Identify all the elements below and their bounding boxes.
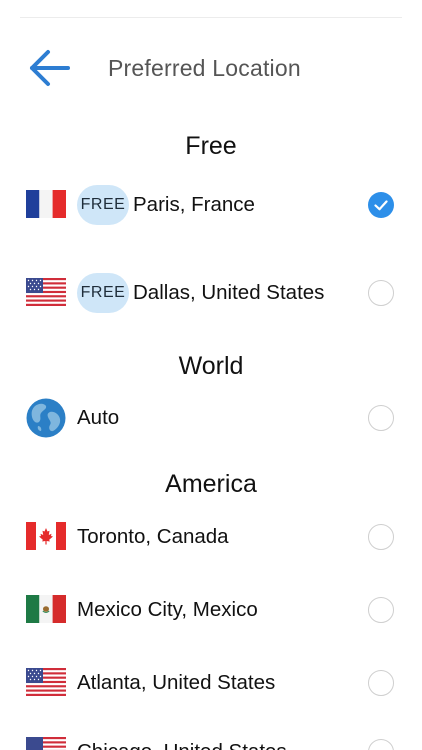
location-label: Mexico City, Mexico [77,598,258,621]
location-row-chicago[interactable]: Chicago, United States [0,730,422,750]
location-row-dallas[interactable]: FREE Dallas, United States [0,271,422,315]
back-button[interactable] [26,48,74,88]
arrow-left-icon [30,50,70,86]
section-title-america: America [165,470,257,498]
free-badge: FREE [77,273,129,313]
location-label: Auto [77,406,120,429]
canada-flag-icon [26,522,66,550]
free-badge: FREE [77,185,129,225]
location-row-paris[interactable]: FREE Paris, France [0,183,422,227]
header: Preferred Location [0,38,422,98]
location-label: Paris, France [133,193,255,216]
section-title-free: Free [185,132,237,160]
us-flag-icon [26,668,66,696]
section-title-world: World [178,352,244,380]
location-label: Dallas, United States [133,281,325,304]
us-flag-icon [26,278,66,306]
radio-selected[interactable] [368,192,394,218]
france-flag-icon [26,190,66,218]
radio-unselected[interactable] [368,280,394,306]
top-divider [20,17,402,18]
radio-unselected[interactable] [368,405,394,431]
location-row-mexico-city[interactable]: Mexico City, Mexico [0,588,422,632]
checkmark-icon [374,200,388,211]
location-label: Chicago, United States [77,740,287,750]
location-row-toronto[interactable]: Toronto, Canada [0,515,422,559]
mexico-flag-icon [26,595,66,623]
location-row-auto[interactable]: Auto [0,396,422,440]
us-flag-icon [26,737,66,750]
location-label: Toronto, Canada [77,525,229,548]
radio-unselected[interactable] [368,670,394,696]
globe-icon [26,398,66,438]
radio-unselected[interactable] [368,739,394,750]
page-title: Preferred Location [108,55,301,81]
radio-unselected[interactable] [368,597,394,623]
location-label: Atlanta, United States [77,671,276,694]
location-row-atlanta[interactable]: Atlanta, United States [0,661,422,705]
radio-unselected[interactable] [368,524,394,550]
